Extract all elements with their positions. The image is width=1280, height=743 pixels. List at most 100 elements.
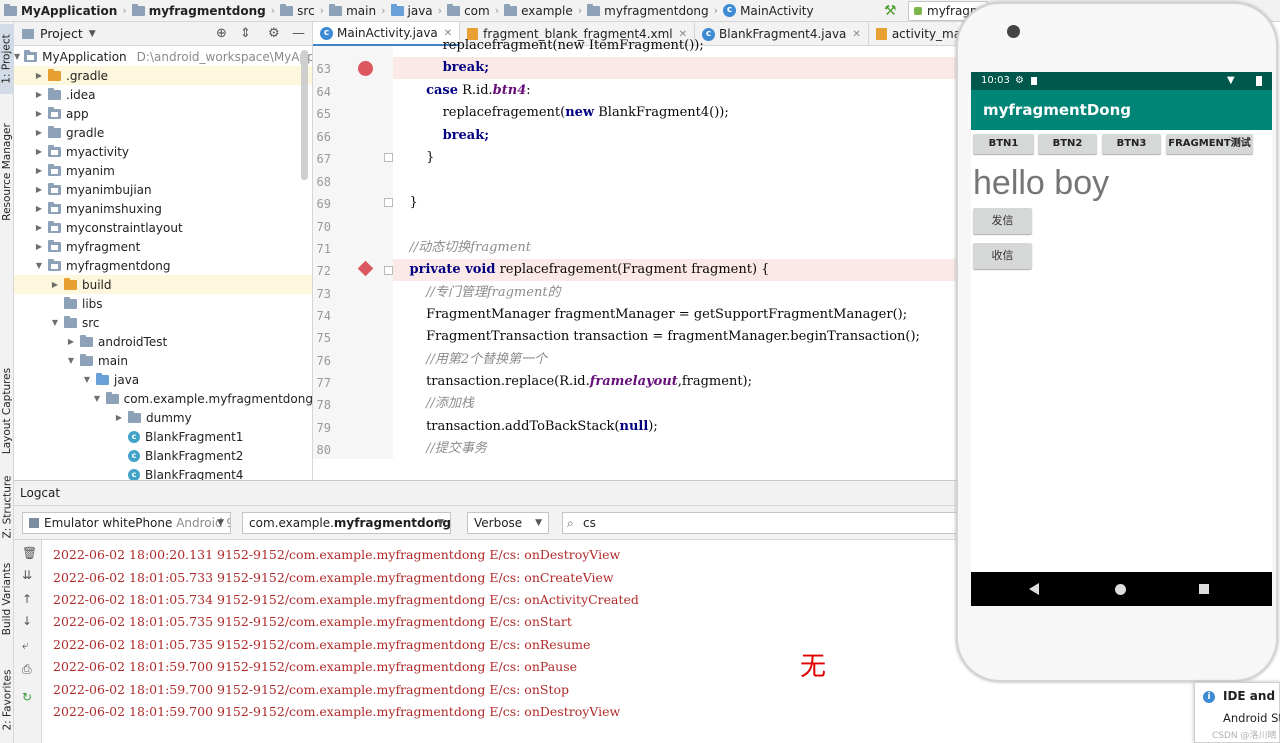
chevron-down-icon[interactable]: ▼ (50, 318, 60, 327)
tab-build-variants[interactable]: Build Variants (0, 556, 14, 642)
chevron-right-icon[interactable]: ▶ (34, 109, 44, 118)
chevron-down-icon[interactable]: ▼ (34, 261, 44, 270)
chevron-right-icon[interactable]: ▶ (34, 242, 44, 251)
tree-item[interactable]: ▶ myanimshuxing (14, 199, 312, 218)
tree-item[interactable]: c BlankFragment2 (14, 446, 312, 465)
recents-icon[interactable] (1199, 584, 1209, 594)
breadcrumb-item[interactable]: java (390, 3, 433, 18)
line-number: 75 (316, 331, 331, 345)
chevron-right-icon[interactable]: ▶ (114, 413, 124, 422)
breadcrumb-item[interactable]: example (504, 3, 573, 18)
tree-item-label: main (98, 353, 128, 368)
breadcrumb-item[interactable]: main (329, 3, 376, 18)
chevron-right-icon[interactable]: ▶ (34, 128, 44, 137)
tree-item[interactable]: libs (14, 294, 312, 313)
back-icon[interactable] (1029, 583, 1039, 595)
fragment-test-button[interactable]: FRAGMENT测试 (1166, 134, 1253, 154)
btn2-button[interactable]: BTN2 (1038, 134, 1097, 154)
chevron-right-icon[interactable]: ▶ (34, 223, 44, 232)
tree-item[interactable]: ▶ .idea (14, 85, 312, 104)
project-view-selector[interactable]: Project (40, 26, 83, 41)
chevron-down-icon[interactable]: ▼ (92, 394, 101, 403)
tree-item[interactable]: c BlankFragment4 (14, 465, 312, 480)
tree-item[interactable]: ▶ .gradle (14, 66, 312, 85)
print-icon[interactable]: ⎙ (22, 662, 32, 677)
btn1-button[interactable]: BTN1 (973, 134, 1034, 154)
chevron-down-icon[interactable]: ▼ (89, 29, 96, 39)
tree-item[interactable]: ▶ app (14, 104, 312, 123)
line-number: 65 (316, 107, 331, 121)
fold-icon[interactable] (384, 266, 393, 275)
breadcrumb-item[interactable]: MyApplication (4, 3, 117, 18)
breadcrumb-item[interactable]: com (447, 3, 490, 18)
minimize-icon[interactable]: — (292, 26, 305, 41)
chevron-right-icon[interactable]: ▶ (34, 71, 44, 80)
collapse-all-icon[interactable]: ⇕ (240, 26, 251, 41)
log-search-field[interactable]: ⌕ cs (562, 512, 958, 534)
chevron-right-icon[interactable]: ▶ (50, 280, 60, 289)
tab-favorites[interactable]: 2: Favorites (0, 662, 14, 738)
receive-button[interactable]: 收信 (973, 243, 1032, 269)
folder-icon (4, 3, 17, 16)
tree-item[interactable]: c BlankFragment1 (14, 427, 312, 446)
breadcrumb-item[interactable]: myfragmentdong (587, 3, 709, 18)
chevron-right-icon[interactable]: ▶ (34, 166, 44, 175)
line-number: 73 (316, 287, 331, 301)
tree-item[interactable]: ▶ myactivity (14, 142, 312, 161)
tree-item[interactable]: ▼ java (14, 370, 312, 389)
breakpoint-icon[interactable] (358, 61, 373, 76)
tree-item[interactable]: ▶ dummy (14, 408, 312, 427)
tree-item[interactable]: ▼ main (14, 351, 312, 370)
tab-project[interactable]: 1: Project (0, 24, 14, 94)
arrow-down-icon[interactable]: ↓ (22, 614, 32, 628)
tab-structure[interactable]: Z: Structure (0, 470, 14, 544)
tree-item[interactable]: ▼ com.example.myfragmentdong (14, 389, 312, 408)
tree-item[interactable]: ▶ androidTest (14, 332, 312, 351)
restart-icon[interactable]: ↻ (22, 690, 32, 704)
log-level-selector[interactable]: Verbose ▼ (467, 512, 549, 534)
process-selector[interactable]: com.example.myfragmentdong (9▼ (242, 512, 451, 534)
breadcrumb-item[interactable]: src (280, 3, 315, 18)
chevron-right-icon[interactable]: ▶ (34, 185, 44, 194)
build-hammer-icon[interactable]: ⚒ (884, 3, 897, 19)
chevron-right-icon[interactable]: ▶ (34, 204, 44, 213)
project-panel-header: Project ▼ ⊕ ⇕ ⚙ — (14, 22, 312, 46)
fold-icon[interactable] (384, 198, 393, 207)
tree-item-label: myfragmentdong (66, 258, 171, 273)
arrow-up-icon[interactable]: ↑ (22, 592, 32, 606)
tab-layout-captures[interactable]: Layout Captures (0, 358, 14, 464)
gear-icon[interactable]: ⚙ (268, 26, 280, 41)
home-icon[interactable] (1115, 584, 1126, 595)
trash-icon[interactable]: 🗑 (22, 546, 37, 560)
chevron-right-icon[interactable]: ▶ (66, 337, 76, 346)
send-button[interactable]: 发信 (973, 208, 1032, 234)
folder-icon (105, 391, 119, 404)
tree-item[interactable]: ▶ myfragment (14, 237, 312, 256)
breadcrumb-item[interactable]: c MainActivity (723, 4, 814, 18)
tree-item[interactable]: ▶ myanimbujian (14, 180, 312, 199)
tree-item[interactable]: ▼ MyApplication D:\android_workspace\MyApp… (14, 47, 312, 66)
breadcrumb-item[interactable]: myfragmentdong (131, 3, 266, 18)
line-number: 64 (316, 85, 331, 99)
tree-item[interactable]: ▶ build (14, 275, 312, 294)
fold-icon[interactable] (384, 153, 393, 162)
chevron-down-icon[interactable]: ▼ (66, 356, 76, 365)
tree-item[interactable]: ▶ myconstraintlayout (14, 218, 312, 237)
scroll-to-end-icon[interactable]: ⇊ (22, 568, 32, 582)
chevron-right-icon[interactable]: ▶ (34, 147, 44, 156)
chevron-down-icon[interactable]: ▼ (14, 52, 20, 61)
chevron-down-icon[interactable]: ▼ (82, 375, 92, 384)
soft-wrap-icon[interactable]: ⤶ (22, 638, 29, 653)
tree-item[interactable]: ▶ gradle (14, 123, 312, 142)
tree-item[interactable]: ▼ myfragmentdong (14, 256, 312, 275)
tree-item[interactable]: ▶ myanim (14, 161, 312, 180)
tree-scrollbar[interactable] (301, 50, 308, 180)
tab-resource-manager[interactable]: Resource Manager (0, 114, 14, 230)
emulator-screen[interactable]: 10:03 ⚙ ▼ myfragmentDong BTN1 BTN2 BTN3 … (971, 72, 1272, 606)
chevron-right-icon[interactable]: ▶ (34, 90, 44, 99)
btn3-button[interactable]: BTN3 (1102, 134, 1161, 154)
locate-target-icon[interactable]: ⊕ (216, 26, 227, 41)
tree-item[interactable]: ▼ src (14, 313, 312, 332)
device-selector[interactable]: Emulator whitePhone Android 9 ▼ (22, 512, 231, 534)
status-time: 10:03 (981, 75, 1010, 86)
